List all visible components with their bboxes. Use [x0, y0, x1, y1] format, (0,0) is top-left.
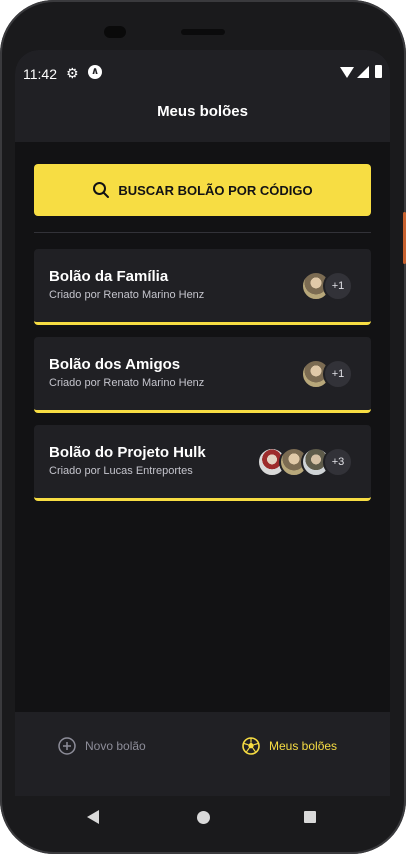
divider	[34, 232, 371, 233]
bottom-navigation: Novo bolão Meus bolões	[15, 712, 390, 796]
system-navigation-bar	[0, 796, 406, 854]
nav-my-pools-label: Meus bolões	[269, 739, 338, 753]
pool-title: Bolão dos Amigos	[49, 356, 181, 373]
status-bar: 11:42 ⚙ ∧	[15, 50, 390, 94]
status-time: 11:42	[23, 66, 57, 82]
android-debug-icon: ∧	[88, 65, 102, 79]
pool-card[interactable]: Bolão do Projeto Hulk Criado por Lucas E…	[34, 425, 371, 501]
participant-avatars: +1	[301, 359, 353, 389]
home-icon[interactable]	[197, 811, 210, 824]
app-screen: 11:42 ⚙ ∧ Meus bolões BUSCAR BOLÃO POR C…	[15, 50, 390, 796]
participant-avatars: +3	[257, 447, 353, 477]
participant-count: +3	[323, 447, 353, 477]
plus-circle-icon	[58, 737, 76, 755]
pool-card[interactable]: Bolão da Família Criado por Renato Marin…	[34, 249, 371, 325]
settings-gear-icon: ⚙	[66, 65, 79, 81]
search-button-label: BUSCAR BOLÃO POR CÓDIGO	[118, 182, 313, 198]
nav-new-pool[interactable]: Novo bolão	[57, 736, 146, 756]
battery-icon	[375, 65, 382, 78]
back-icon[interactable]	[87, 810, 99, 824]
participant-count: +1	[323, 271, 353, 301]
pool-owner: Criado por Renato Marino Henz	[49, 377, 205, 389]
recents-icon[interactable]	[304, 811, 316, 823]
pool-title: Bolão do Projeto Hulk	[49, 444, 206, 461]
participant-avatars: +1	[301, 271, 353, 301]
front-camera	[104, 26, 126, 38]
app-header: 11:42 ⚙ ∧ Meus bolões	[15, 50, 390, 142]
nav-new-pool-label: Novo bolão	[85, 739, 146, 753]
wifi-icon	[340, 67, 354, 78]
signal-icon	[357, 66, 369, 78]
phone-frame: 11:42 ⚙ ∧ Meus bolões BUSCAR BOLÃO POR C…	[0, 0, 406, 854]
pool-owner: Criado por Renato Marino Henz	[49, 289, 205, 301]
pool-owner: Criado por Lucas Entreportes	[49, 465, 193, 477]
participant-count: +1	[323, 359, 353, 389]
search-icon	[93, 182, 110, 198]
nav-my-pools[interactable]: Meus bolões	[241, 736, 337, 756]
earpiece-speaker	[181, 29, 225, 35]
pool-card[interactable]: Bolão dos Amigos Criado por Renato Marin…	[34, 337, 371, 413]
pool-title: Bolão da Família	[49, 268, 169, 285]
page-title: Meus bolões	[157, 103, 248, 120]
soccer-ball-icon	[242, 737, 260, 755]
search-pool-by-code-button[interactable]: BUSCAR BOLÃO POR CÓDIGO	[34, 164, 371, 216]
